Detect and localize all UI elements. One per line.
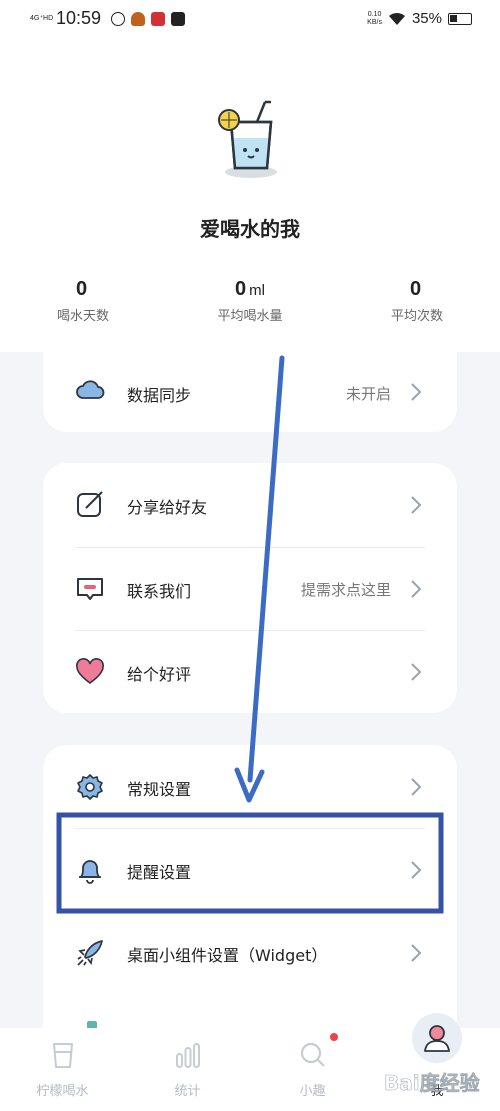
- social-card: 分享给好友 联系我们 提需求点这里 给个好评: [43, 463, 457, 713]
- heart-icon: [76, 658, 104, 684]
- mascot-cup-icon: [218, 100, 277, 178]
- menu-item-data-sync[interactable]: 数据同步 未开启: [43, 352, 457, 432]
- chevron-right-icon: [411, 496, 422, 514]
- menu-item-widget-settings[interactable]: 桌面小组件设置（Widget）: [43, 911, 457, 995]
- menu-item-label: 联系我们: [127, 582, 192, 601]
- chevron-right-icon: [411, 778, 422, 796]
- chevron-right-icon: [411, 663, 422, 681]
- menu-item-contact[interactable]: 联系我们 提需求点这里: [43, 547, 457, 631]
- partial-row-icon: [87, 1021, 97, 1028]
- tab-label: 统计: [174, 1084, 201, 1099]
- menu-item-value: 未开启: [345, 385, 391, 403]
- app-notification-icon: [151, 11, 166, 26]
- notification-icon: [111, 11, 126, 26]
- status-left: 4G⁺HD 10:59: [30, 8, 186, 29]
- share-icon: [77, 491, 103, 517]
- profile-header: 爱喝水的我 0 喝水天数 0 ml 平均喝水量 0 平均次数: [0, 40, 500, 352]
- menu-item-label: 给个好评: [127, 665, 192, 684]
- network-speed: 0.10 KB/s: [367, 10, 382, 26]
- menu-item-reminder-settings[interactable]: 提醒设置: [43, 828, 457, 912]
- app-notification-icon: [131, 11, 146, 26]
- tab-label: 柠檬喝水: [36, 1084, 89, 1099]
- search-icon: [300, 1042, 325, 1067]
- gear-icon: [77, 774, 103, 800]
- tab-fun[interactable]: 小趣: [250, 1028, 375, 1111]
- clock: 10:59: [56, 8, 102, 28]
- svg-text:Bai度经验: Bai度经验: [384, 1071, 480, 1095]
- stat-average-volume: 0 ml 平均喝水量: [217, 278, 283, 324]
- chevron-right-icon: [411, 861, 422, 879]
- menu-item-label: 桌面小组件设置（Widget）: [127, 946, 328, 965]
- cloud-icon: [76, 380, 105, 399]
- stat-average-times: 0 平均次数: [390, 278, 443, 324]
- message-icon: [77, 578, 103, 600]
- chevron-right-icon: [411, 383, 422, 401]
- menu-item-label: 提醒设置: [127, 863, 192, 882]
- user-icon: [424, 1025, 450, 1052]
- rocket-icon: [77, 940, 103, 966]
- watermark-logo: Bai度经验: [384, 1071, 480, 1096]
- network-indicator: 4G⁺HD: [30, 15, 54, 22]
- menu-item-label: 数据同步: [127, 386, 192, 405]
- chevron-right-icon: [411, 580, 422, 598]
- username: 爱喝水的我: [200, 217, 300, 241]
- battery-icon: [448, 12, 472, 25]
- status-right: 0.10 KB/s 35%: [367, 10, 472, 27]
- menu-item-share[interactable]: 分享给好友: [43, 463, 457, 547]
- sync-card: 数据同步 未开启: [43, 352, 457, 432]
- bell-icon: [79, 860, 101, 884]
- menu-item-label: 常规设置: [127, 780, 192, 799]
- cup-icon: [53, 1043, 73, 1068]
- stat-drink-days: 0 喝水天数: [56, 278, 109, 324]
- tab-statistics[interactable]: 统计: [125, 1028, 250, 1111]
- menu-item-rate[interactable]: 给个好评: [43, 630, 457, 714]
- tab-me[interactable]: [412, 1013, 462, 1063]
- bar-chart-icon: [176, 1043, 200, 1068]
- tab-label: 小趣: [299, 1084, 326, 1099]
- battery-percent: 35%: [411, 10, 442, 27]
- status-bar: 4G⁺HD 10:59 0.10 KB/s 35%: [0, 0, 500, 40]
- settings-card: 常规设置 提醒设置 桌面小组件设置（Widget）: [43, 745, 457, 1028]
- wifi-icon: [388, 12, 405, 25]
- chevron-right-icon: [411, 944, 422, 962]
- video-notification-icon: [171, 11, 186, 26]
- tab-lemon-drink[interactable]: 柠檬喝水: [0, 1028, 125, 1111]
- menu-item-label: 分享给好友: [127, 498, 208, 517]
- menu-item-general-settings[interactable]: 常规设置: [43, 745, 457, 829]
- menu-item-value: 提需求点这里: [300, 581, 391, 599]
- notification-dot: [330, 1033, 338, 1041]
